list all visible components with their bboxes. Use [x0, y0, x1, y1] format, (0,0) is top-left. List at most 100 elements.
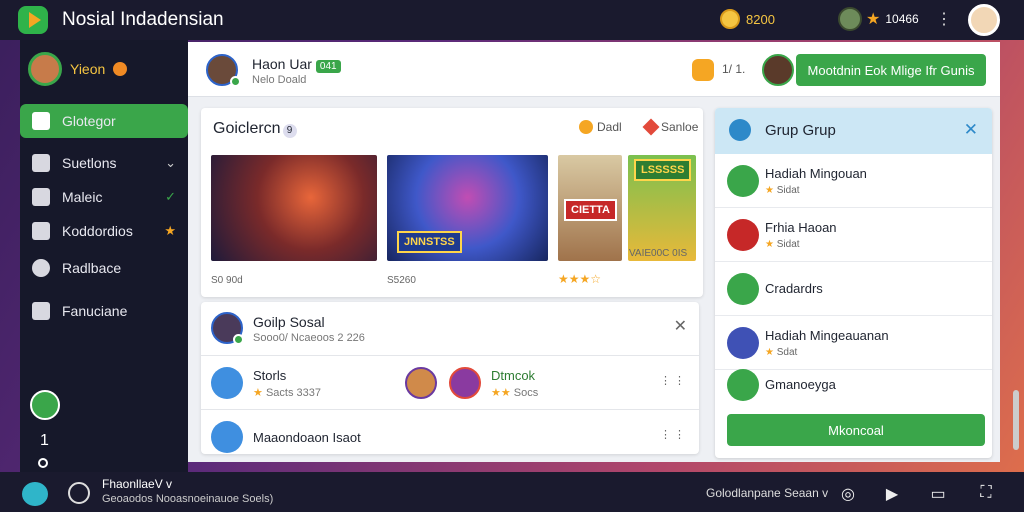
game-thumbnail[interactable]: JNNSTSS: [387, 155, 548, 261]
row-title: Storls: [253, 368, 287, 383]
item-subtitle: ★ Sdat: [765, 347, 797, 358]
play-icon[interactable]: ▶: [882, 484, 902, 503]
sidebar-item-glotegor[interactable]: Glotegor: [20, 104, 188, 138]
sidebar-item-label: Fanuciane: [62, 303, 128, 319]
sidebar-item-radlbace[interactable]: Radlbace: [20, 251, 188, 285]
game-thumbnail[interactable]: LSSSSS: [628, 155, 696, 261]
sidebar-item-label: Glotegor: [62, 113, 116, 129]
close-icon[interactable]: ✕: [674, 316, 687, 336]
game-title-art: JNNSTSS: [397, 231, 462, 253]
user-icon: [32, 302, 50, 320]
primary-action-button[interactable]: Mootdnin Eok Mlige Ifr Gunis: [796, 54, 986, 86]
sidebar-item-suetlons[interactable]: Suetlons ⌄: [20, 146, 188, 180]
group-social-card: Goilp Sosal Sooo0/ Ncaeoos 2 226 ✕ Storl…: [201, 302, 699, 454]
profile-avatar[interactable]: [968, 4, 1000, 36]
filter-daily[interactable]: Dadl: [579, 120, 622, 134]
sidebar-item-fanuciane[interactable]: Fanuciane: [20, 294, 188, 328]
home-icon: [32, 154, 50, 172]
group-action-button[interactable]: Mkoncoal: [727, 414, 985, 446]
sidebar-user[interactable]: Yieon: [28, 52, 128, 86]
game-meta: S5260: [387, 275, 416, 286]
row-subtitle: ★ Sacts 3337: [253, 386, 321, 399]
social-subtitle: Sooo0/ Ncaeoos 2 226: [253, 332, 365, 344]
bottom-subtitle: Geoaodos Nooasnoeinauoe Soels): [102, 493, 274, 505]
sidebar: Yieon Glotegor Suetlons ⌄ Maleic ✓ Koddo…: [20, 40, 188, 472]
friend-name: Dtmcok: [491, 368, 536, 383]
top-bar: Nosial Indadensian 8200 ★ 10466 ⋮: [0, 0, 1024, 40]
bottom-title[interactable]: FhaonllaeV v: [102, 477, 172, 491]
language-selector[interactable]: Golodlanpane Seaan v: [706, 486, 828, 500]
friend-avatar[interactable]: [405, 367, 437, 399]
game-thumbnail[interactable]: [211, 155, 377, 261]
header-subtitle: Nelo Doald: [252, 74, 307, 86]
more-icon[interactable]: ⋮ ⋮: [660, 428, 685, 441]
app-logo[interactable]: [18, 6, 48, 34]
online-indicator: [230, 76, 241, 87]
item-name: Hadiah Mingeauanan: [765, 328, 889, 343]
game-title-art: LSSSSS: [634, 159, 692, 181]
row-title: Maaondoaon Isaot: [253, 430, 361, 445]
group-list-item[interactable]: Cradardrs: [715, 262, 992, 316]
group-list-item[interactable]: Hadiah Mingouan ★ Sidat: [715, 154, 992, 208]
scrollbar[interactable]: [1013, 390, 1019, 450]
group-icon: [729, 119, 751, 141]
game-title-art: CIETTA: [564, 199, 617, 221]
game-thumbnail[interactable]: CIETTA: [558, 155, 622, 261]
clock-icon: [579, 120, 593, 134]
avatar: [727, 369, 759, 401]
monitor-icon[interactable]: ▭: [928, 484, 948, 503]
online-indicator: [233, 334, 244, 345]
filter-label: Sanloe: [661, 120, 699, 134]
group-list-item[interactable]: Frhia Haoan ★ Sidat: [715, 208, 992, 262]
star-icon: ★: [253, 387, 263, 399]
gamepad-icon[interactable]: ◎: [838, 484, 858, 503]
social-header: Goilp Sosal Sooo0/ Ncaeoos 2 226 ✕: [201, 302, 699, 356]
item-name: Frhia Haoan: [765, 220, 837, 235]
chat-icon[interactable]: [30, 390, 60, 420]
check-icon: ✓: [165, 189, 176, 204]
item-name: Cradardrs: [765, 281, 823, 296]
main-header: Haon Uar 041 Nelo Doald 1/ 1. Mootdnin Eo…: [188, 42, 1000, 97]
brand-logo[interactable]: [22, 482, 48, 506]
item-subtitle-text: Sidat: [776, 185, 800, 196]
sidebar-username: Yieon: [70, 61, 106, 77]
friend-avatar[interactable]: [449, 367, 481, 399]
friend-avatar[interactable]: [762, 54, 794, 86]
book-icon: [211, 421, 243, 453]
avatar: [727, 219, 759, 251]
coin-balance[interactable]: 8200: [720, 9, 775, 29]
list-item[interactable]: Maaondoaon Isaot ⋮ ⋮: [201, 410, 699, 464]
header-count: 1/ 1.: [722, 62, 746, 76]
chevron-down-icon: ⌄: [165, 155, 176, 170]
games-title-text: Goiclercn: [213, 120, 281, 137]
avatar: [727, 327, 759, 359]
close-icon[interactable]: ✕: [964, 120, 978, 140]
settings-icon[interactable]: [38, 458, 48, 468]
level-display: ★ 10466: [866, 9, 919, 29]
sidebar-item-label: Koddordios: [62, 223, 133, 239]
star-icon: ★: [866, 11, 881, 28]
games-count: 9: [282, 124, 297, 138]
star-icon: ★: [765, 185, 774, 196]
avatar: [28, 52, 62, 86]
calendar-icon: [32, 222, 50, 240]
menu-icon[interactable]: ⋮: [936, 9, 952, 29]
group-list-item[interactable]: Gmanoeyga: [715, 358, 992, 412]
avatar: [727, 273, 759, 305]
filter-sale[interactable]: Sanloe: [642, 118, 699, 136]
player-avatar-small[interactable]: [838, 7, 862, 31]
item-subtitle-text: Sdat: [776, 347, 798, 358]
reward-icon: [727, 165, 759, 197]
pen-icon: [32, 188, 50, 206]
app-title: Nosial Indadensian: [62, 9, 224, 30]
fullscreen-icon[interactable]: ⛶: [976, 484, 996, 502]
games-card: Goiclercn 9 Dadl Sanloe JNNSTSS CIETTA LS…: [201, 108, 703, 297]
store-icon: [211, 367, 243, 399]
treasure-icon[interactable]: [692, 59, 714, 81]
coin-amount: 8200: [746, 11, 775, 27]
sidebar-item-maleic[interactable]: Maleic ✓: [20, 180, 188, 214]
list-item[interactable]: Storls ★ Sacts 3337 Dtmcok ★★ Socs ⋮ ⋮: [201, 356, 699, 410]
more-icon[interactable]: ⋮ ⋮: [660, 374, 685, 387]
sidebar-item-koddordios[interactable]: Koddordios ★: [20, 214, 188, 248]
circle-icon[interactable]: [68, 482, 90, 504]
